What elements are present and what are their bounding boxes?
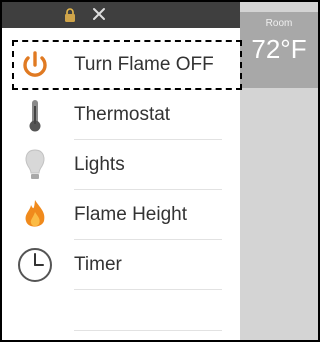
menu-item-label: Thermostat <box>74 104 171 125</box>
clock-icon <box>18 248 52 282</box>
menu-item-label: Lights <box>74 154 125 175</box>
room-temperature-panel[interactable]: Room 72°F <box>240 12 318 88</box>
menu-item-lights[interactable]: Lights <box>2 140 240 190</box>
selection-highlight <box>12 40 242 90</box>
room-panel-area: Room 72°F <box>240 2 318 340</box>
flame-icon <box>25 200 45 227</box>
thermometer-icon <box>29 100 41 132</box>
room-label: Room <box>265 18 293 29</box>
divider <box>74 330 222 331</box>
menu-item-label: Flame Height <box>74 204 187 225</box>
room-temperature: 72°F <box>251 34 307 64</box>
divider <box>74 289 222 290</box>
top-toolbar <box>2 2 240 28</box>
lightbulb-icon <box>25 149 45 179</box>
lock-icon[interactable] <box>64 8 76 22</box>
menu-item-flame-height[interactable]: Flame Height <box>2 190 240 240</box>
menu-item-thermostat[interactable]: Thermostat <box>2 90 240 140</box>
app-window: Turn Flame OFF Thermostat Lights Flame H… <box>0 0 320 342</box>
wrench-icon[interactable] <box>92 7 106 21</box>
menu-item-timer[interactable]: Timer <box>2 240 240 290</box>
menu-item-label: Timer <box>74 254 122 275</box>
